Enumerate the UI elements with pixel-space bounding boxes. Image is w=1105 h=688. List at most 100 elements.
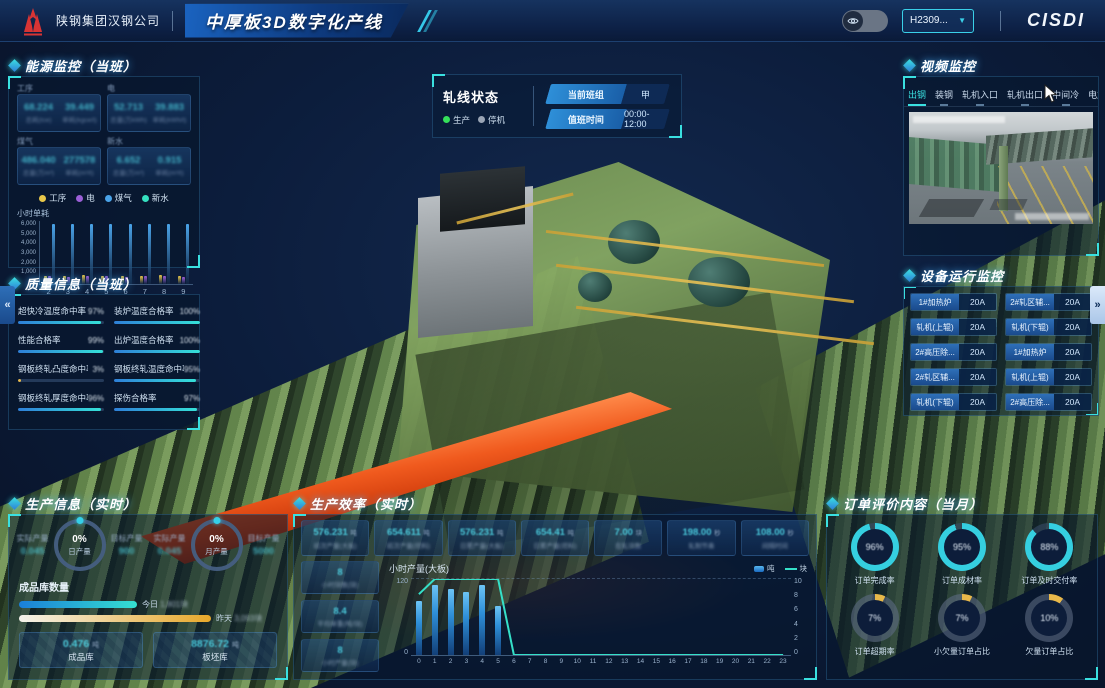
order-kpi-label: 订单及时交付率 — [1021, 575, 1077, 586]
gem-icon — [8, 59, 21, 72]
energy-group: 新水6.652总量(万m³)0.915单耗(m³/t) — [107, 136, 191, 185]
line-status-field: 当前班组甲 — [545, 84, 670, 104]
collapse-left-panel-button[interactable]: « — [0, 286, 15, 324]
energy-metric-unit: 总量(万m³) — [113, 167, 144, 177]
order-kpi-cell: 10%欠量订单占比 — [1008, 594, 1091, 657]
x-tick: 13 — [617, 658, 633, 665]
quality-item-label: 性能合格率 — [18, 334, 61, 346]
video-tab-5[interactable]: 电加热 — [1088, 88, 1098, 106]
quality-item-label: 出炉温度合格率 — [114, 334, 174, 346]
legend-label: 电 — [86, 192, 95, 204]
x-tick: 1 — [427, 658, 443, 665]
video-tab-1[interactable]: 装钢 — [935, 88, 953, 106]
panel-video: 视频监控 出钢装钢轧机入口轧机出口中间冷电加热 — [903, 54, 1099, 256]
quality-progress-track — [18, 350, 104, 353]
equipment-name: 2#轧区辅... — [911, 369, 959, 385]
energy-metric-value: 6.652 — [117, 155, 141, 166]
stock-bar-value: 1,801块 — [160, 600, 188, 609]
scene-equipment-box — [440, 166, 525, 231]
x-tick: 8 — [538, 658, 554, 665]
equipment-cell[interactable]: 2#轧区辅...20A — [1005, 293, 1092, 311]
warehouse-value: 8876.72 吨 — [191, 638, 239, 650]
cctv-thumbnail[interactable] — [909, 112, 1093, 224]
page-title: 中厚板3D数字化产线 — [185, 4, 409, 38]
panel-efficiency: 生产效率（实时） 576.231 吨班次产量(大板)654.611 吨班次产量(… — [293, 492, 817, 680]
video-tab-3[interactable]: 轧机出口 — [1007, 88, 1043, 106]
energy-legend-item: 新水 — [142, 192, 169, 204]
gem-icon — [903, 59, 916, 72]
donut-percent: 7% — [851, 594, 899, 642]
status-dot-icon — [478, 116, 485, 123]
energy-legend-item: 工序 — [39, 192, 66, 204]
panel-energy: 能源监控（当班） 工序68.224总耗(tce)39.449单耗(kgce/t)… — [8, 54, 200, 268]
energy-metric-card: 52.713总量(万kWh)39.883单耗(kWh/t) — [107, 94, 191, 132]
production-cluster: 实际产量0.0450%日产量目标产量900 — [11, 519, 148, 571]
y-tick: 4,000 — [21, 240, 36, 246]
y-tick: 6,000 — [21, 221, 36, 227]
equipment-current-value: 20A — [1054, 294, 1091, 310]
energy-chart-title: 小时单耗 — [9, 206, 199, 221]
equipment-row: 2#高压除...20A 1#加热炉20A — [910, 343, 1092, 361]
x-tick: 22 — [759, 658, 775, 665]
energy-group: 工序68.224总耗(tce)39.449单耗(kgce/t) — [17, 83, 101, 132]
energy-metric: 6.652总量(万m³) — [108, 148, 149, 184]
energy-metric: 277578单耗(m³/t) — [59, 148, 100, 184]
order-kpi-donut: 88% — [1025, 523, 1073, 571]
hourly-bar — [463, 592, 469, 655]
energy-group: 煤气486.040总量(万m³)277578单耗(m³/t) — [17, 136, 101, 185]
y2-tick: 4 — [794, 621, 809, 628]
equipment-cell[interactable]: 2#高压除...20A — [910, 343, 997, 361]
field-value: 00:00-12:00 — [621, 109, 670, 129]
equipment-current-value: 20A — [1054, 394, 1091, 410]
quality-item: 钢板终轧厚度命中率96% — [18, 392, 104, 411]
gem-icon — [293, 497, 306, 510]
visibility-toggle[interactable] — [842, 10, 888, 32]
video-panel-title: 视频监控 — [920, 56, 976, 75]
mini-card-value: 8 — [337, 645, 342, 656]
equipment-cell[interactable]: 轧机(上辊)20A — [910, 318, 997, 336]
energy-metric-value: 486.040 — [21, 155, 55, 166]
stock-title: 成品库数量 — [9, 573, 287, 596]
quality-item-label: 探伤合格率 — [114, 392, 157, 404]
actual-output-label: 实际产量 — [17, 533, 49, 544]
equipment-current-value: 20A — [959, 319, 996, 335]
equipment-cell[interactable]: 2#轧区辅...20A — [910, 368, 997, 386]
quality-item-value: 95% — [184, 365, 200, 374]
stock-bar — [19, 615, 211, 622]
equipment-cell[interactable]: 轧机(上辊)20A — [1005, 368, 1092, 386]
video-tab-2[interactable]: 轧机入口 — [962, 88, 998, 106]
actual-output-label: 实际产量 — [154, 533, 186, 544]
equipment-cell[interactable]: 2#高压除...20A — [1005, 393, 1092, 411]
company-name: 陕钢集团汉钢公司 — [56, 12, 160, 29]
cctv-timestamp-overlay — [913, 116, 1005, 123]
efficiency-value: 576.231 吨 — [460, 527, 503, 538]
gem-icon — [826, 497, 839, 510]
equipment-cell[interactable]: 1#加热炉20A — [910, 293, 997, 311]
efficiency-card: 108.00 秒间隔时间 — [741, 520, 809, 556]
quality-progress-fill — [114, 321, 200, 324]
mini-card-value: 8 — [337, 567, 342, 578]
status-label: 生产 — [453, 114, 470, 126]
quality-progress-fill — [18, 321, 101, 324]
company-logo: 陕钢集团汉钢公司 — [0, 6, 160, 36]
eye-icon — [843, 11, 863, 31]
line-status-title: 轧线状态 — [443, 87, 523, 106]
hourly-chart-title: 小时产量(大板) — [389, 562, 449, 575]
equipment-name: 轧机(下辊) — [911, 394, 959, 410]
legend-label: 吨 — [767, 563, 775, 574]
equipment-cell[interactable]: 1#加热炉20A — [1005, 343, 1092, 361]
efficiency-unit: 吨 — [350, 530, 357, 537]
panel-equipment: 设备运行监控 1#加热炉20A2#轧区辅...20A轧机(上辊)20A轧机(下辊… — [903, 264, 1099, 416]
equipment-cell[interactable]: 轧机(下辊)20A — [910, 393, 997, 411]
donut-percent: 96% — [851, 523, 899, 571]
quality-progress-track — [18, 408, 104, 411]
batch-select-dropdown[interactable]: H2309... ▼ — [902, 9, 974, 33]
equipment-name: 2#高压除... — [911, 344, 959, 360]
equipment-cell[interactable]: 轧机(下辊)20A — [1005, 318, 1092, 336]
order-kpi-label: 订单成材率 — [942, 575, 982, 586]
video-tab-0[interactable]: 出钢 — [908, 88, 926, 106]
y-tick: 5,000 — [21, 231, 36, 237]
donut-percent: 10% — [1025, 594, 1073, 642]
collapse-right-panel-button[interactable]: » — [1090, 286, 1105, 324]
company-logo-icon — [18, 6, 48, 36]
